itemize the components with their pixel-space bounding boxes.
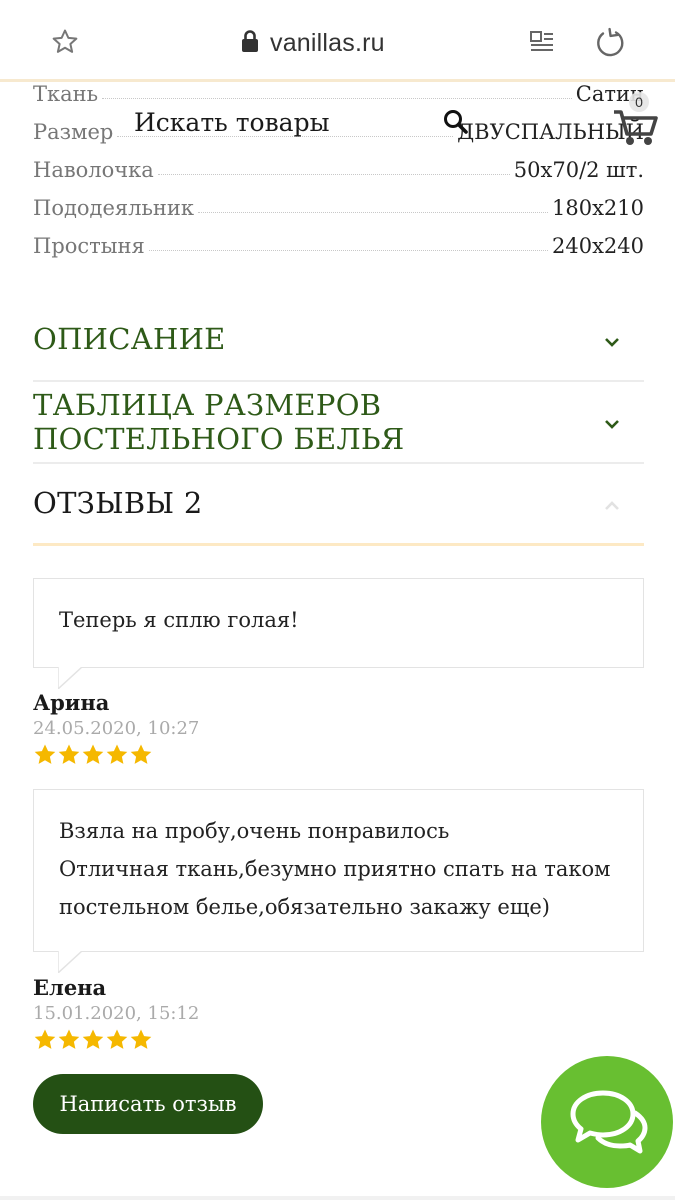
cart-count-badge: 0	[629, 92, 649, 112]
star-rating-icon	[106, 1029, 128, 1049]
cart-button[interactable]: 0	[611, 92, 661, 147]
review-bubble: Теперь я сплю голая!	[33, 578, 644, 689]
review-date: 24.05.2020, 10:27	[33, 718, 200, 739]
rating-stars	[33, 743, 153, 767]
spec-dots	[148, 250, 548, 251]
accordion-size-table[interactable]: ТАБЛИЦА РАЗМЕРОВ ПОСТЕЛЬНОГО БЕЛЬЯ	[33, 382, 644, 464]
review-text-line: Взяла на пробу,очень понравилось	[59, 819, 450, 843]
spec-label: Пододеяльник	[33, 196, 195, 220]
spec-dots	[198, 212, 548, 213]
spec-value: 50x70/2 шт.	[513, 158, 644, 182]
spec-row: Простыня 240x240	[33, 220, 644, 258]
spec-label: Размер	[33, 120, 114, 144]
chevron-up-icon	[602, 496, 622, 516]
star-rating-icon	[58, 744, 80, 764]
accordion-title: ТАБЛИЦА РАЗМЕРОВ ПОСТЕЛЬНОГО БЕЛЬЯ	[33, 388, 405, 456]
review-author: Арина	[33, 690, 110, 715]
rating-stars	[33, 1028, 153, 1052]
spec-row: Наволочка 50x70/2 шт.	[33, 144, 644, 182]
chat-button[interactable]	[541, 1056, 673, 1188]
star-rating-icon	[58, 1029, 80, 1049]
accordion-title: ОПИСАНИЕ	[33, 322, 226, 356]
star-rating-icon	[82, 744, 104, 764]
browser-toolbar: vanillas.ru	[0, 0, 675, 82]
spec-label: Простыня	[33, 234, 145, 258]
review-date: 15.01.2020, 15:12	[33, 1003, 200, 1024]
spec-label: Наволочка	[33, 158, 154, 182]
star-rating-icon	[130, 744, 152, 764]
chat-bubbles-icon	[570, 1090, 648, 1154]
accordion-title: ОТЗЫВЫ 2	[33, 486, 203, 520]
spec-value: 180x210	[551, 196, 644, 220]
lock-icon	[240, 29, 260, 57]
spec-value: 240x240	[551, 234, 644, 258]
accordion-reviews[interactable]: ОТЗЫВЫ 2	[33, 464, 644, 546]
search-bar[interactable]: Искать товары	[120, 98, 480, 146]
spec-row: Пододеяльник 180x210	[33, 182, 644, 220]
bubble-tail	[58, 667, 83, 689]
bubble-tail	[58, 951, 83, 973]
accordion-description[interactable]: ОПИСАНИЕ	[33, 300, 644, 382]
review-author: Елена	[33, 975, 107, 1000]
write-review-button[interactable]: Написать отзыв	[33, 1074, 263, 1134]
spec-dots	[157, 174, 510, 175]
review-bubble: Взяла на пробу,очень понравилось Отлична…	[33, 789, 644, 973]
address-bar[interactable]: vanillas.ru	[240, 26, 385, 60]
star-rating-icon	[34, 744, 56, 764]
star-rating-icon	[130, 1029, 152, 1049]
star-rating-icon	[34, 1029, 56, 1049]
review-text-line: постельном белье,обязательно закажу еще)	[59, 895, 550, 919]
bottom-divider	[0, 1196, 675, 1200]
chevron-down-icon	[602, 414, 622, 434]
search-icon[interactable]	[442, 108, 470, 136]
url-text: vanillas.ru	[270, 28, 385, 57]
search-input[interactable]: Искать товары	[134, 108, 329, 137]
chevron-down-icon	[602, 332, 622, 352]
reload-icon[interactable]	[590, 22, 630, 62]
spec-label: Ткань	[33, 82, 99, 106]
star-rating-icon	[106, 744, 128, 764]
star-rating-icon	[82, 1029, 104, 1049]
review-text-line: Отличная ткань,безумно приятно спать на …	[59, 857, 611, 881]
review-text-line: Теперь я сплю голая!	[59, 608, 299, 632]
reader-mode-icon[interactable]	[522, 22, 562, 62]
star-icon[interactable]	[45, 22, 85, 62]
